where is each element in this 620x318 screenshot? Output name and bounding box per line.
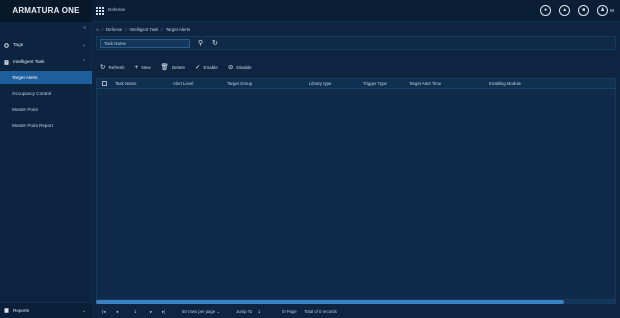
refresh-label: Refresh	[108, 64, 125, 70]
user-initial: M	[610, 8, 614, 13]
disable-button[interactable]: ⊘ Disable	[228, 63, 252, 71]
column-header-task-name[interactable]: Task Name	[115, 81, 137, 86]
sidebar-group-label: Tags	[13, 42, 24, 48]
filter-bar: ⚲ ↻	[96, 36, 616, 50]
total-pages: /0 Page	[282, 309, 297, 314]
alerts-table: Task Name Alert Level Target Group Libra…	[96, 78, 616, 300]
sidebar-item-muster-point-report[interactable]: Muster Point Report	[0, 119, 92, 132]
brand-logo[interactable]: ARMATURA ONE	[0, 0, 92, 22]
last-page-icon[interactable]: ▸|	[162, 309, 165, 315]
tag-icon	[4, 42, 9, 48]
breadcrumb-item[interactable]: Defense	[106, 27, 122, 32]
current-page: 1	[134, 309, 137, 314]
next-page-icon[interactable]: ▸	[150, 309, 152, 315]
delete-label: Delete	[171, 64, 186, 70]
column-header-target-group[interactable]: Target Group	[227, 81, 252, 86]
user-menu[interactable]: ♟ M	[597, 5, 614, 16]
alarm-bell-icon[interactable]: ▲	[559, 5, 571, 16]
new-button[interactable]: + New	[135, 64, 151, 71]
trash-icon: 🗑	[160, 64, 169, 71]
horizontal-scrollbar[interactable]	[96, 300, 616, 304]
total-records: Total of 0 records	[304, 309, 337, 314]
check-icon: ✓	[195, 64, 201, 71]
breadcrumb-item[interactable]: Intelligent Task	[129, 27, 158, 32]
jump-to-input[interactable]: 1	[258, 309, 260, 314]
module-name: Defense	[108, 7, 126, 12]
top-icons: ● ▲ ■ ♟ M	[540, 5, 614, 16]
reset-icon[interactable]: ↻	[212, 39, 218, 48]
column-header-alert-level[interactable]: Alert Level	[173, 81, 193, 86]
sidebar-item-occupancy-control[interactable]: Occupancy Control	[0, 87, 92, 100]
task-icon	[4, 59, 9, 65]
avatar-icon: ♟	[597, 5, 609, 16]
first-page-icon[interactable]: |◂	[102, 309, 105, 315]
column-header-enabling-module[interactable]: Enabling Module	[489, 81, 521, 86]
record-icon[interactable]: ●	[540, 5, 552, 16]
refresh-button[interactable]: ↻ Refresh	[100, 63, 125, 71]
disable-icon: ⊘	[227, 64, 234, 71]
prev-page-icon[interactable]: ◂	[116, 309, 118, 315]
breadcrumb-separator: /	[161, 26, 163, 32]
scrollbar-thumb[interactable]	[96, 300, 564, 304]
breadcrumb: ⌂ / Defense / Intelligent Task / Target …	[96, 25, 190, 33]
home-icon[interactable]: ⌂	[96, 27, 99, 32]
enable-label: Enable	[203, 64, 218, 70]
breadcrumb-separator: /	[125, 26, 127, 32]
toolbar: ↻ Refresh + New 🗑 Delete ✓ Enable ⊘ Disa…	[96, 58, 616, 76]
notification-icon[interactable]: ■	[578, 5, 590, 16]
select-all-checkbox[interactable]	[102, 81, 107, 86]
delete-button[interactable]: 🗑 Delete	[161, 63, 186, 71]
enable-button[interactable]: ✓ Enable	[195, 63, 218, 71]
task-name-input[interactable]	[100, 39, 190, 48]
column-header-trigger-type[interactable]: Trigger Type	[363, 81, 387, 86]
top-bar: ARMATURA ONE Defense ● ▲ ■ ♟ M	[0, 0, 620, 22]
search-icon[interactable]: ⚲	[198, 39, 203, 48]
disable-label: Disable	[236, 64, 252, 70]
report-icon	[4, 308, 9, 313]
sidebar-group-intelligent-task[interactable]: Intelligent Task ⌃	[0, 55, 92, 69]
rows-per-page-value: 50 rows per page	[182, 309, 216, 314]
app-grid-icon[interactable]	[96, 7, 104, 15]
sidebar-group-tags[interactable]: Tags ⌄	[0, 38, 92, 52]
breadcrumb-separator: /	[101, 26, 103, 32]
chevron-up-icon: ⌃	[81, 59, 86, 65]
refresh-icon: ↻	[100, 64, 106, 71]
chevron-down-icon: ⌄	[81, 42, 86, 48]
table-header: Task Name Alert Level Target Group Libra…	[97, 79, 615, 89]
new-label: New	[141, 64, 151, 70]
chevron-down-icon: ⌄	[81, 307, 86, 314]
rows-per-page-select[interactable]: 50 rows per page ⌄	[182, 309, 220, 315]
sidebar-item-target-alerts[interactable]: Target Alerts	[0, 71, 92, 84]
breadcrumb-item: Target Alerts	[165, 26, 191, 32]
jump-to-label: Jump To	[236, 309, 253, 314]
collapse-sidebar-icon[interactable]: «	[83, 25, 86, 31]
sidebar: « Tags ⌄ Intelligent Task ⌃ Target Alert…	[0, 22, 92, 318]
sidebar-item-muster-point[interactable]: Muster Point	[0, 103, 92, 116]
pagination: |◂ ◂ 1 ▸ ▸| 50 rows per page ⌄ Jump To 1…	[96, 305, 616, 318]
sidebar-group-label: Intelligent Task	[13, 59, 45, 65]
sidebar-group-reports[interactable]: Reports ⌄	[0, 302, 92, 318]
column-header-library-type[interactable]: Library type	[309, 81, 331, 86]
sidebar-group-label: Reports	[13, 308, 30, 313]
column-header-target-alert-time[interactable]: Target Alert Time	[409, 81, 441, 86]
plus-icon: +	[134, 63, 139, 71]
